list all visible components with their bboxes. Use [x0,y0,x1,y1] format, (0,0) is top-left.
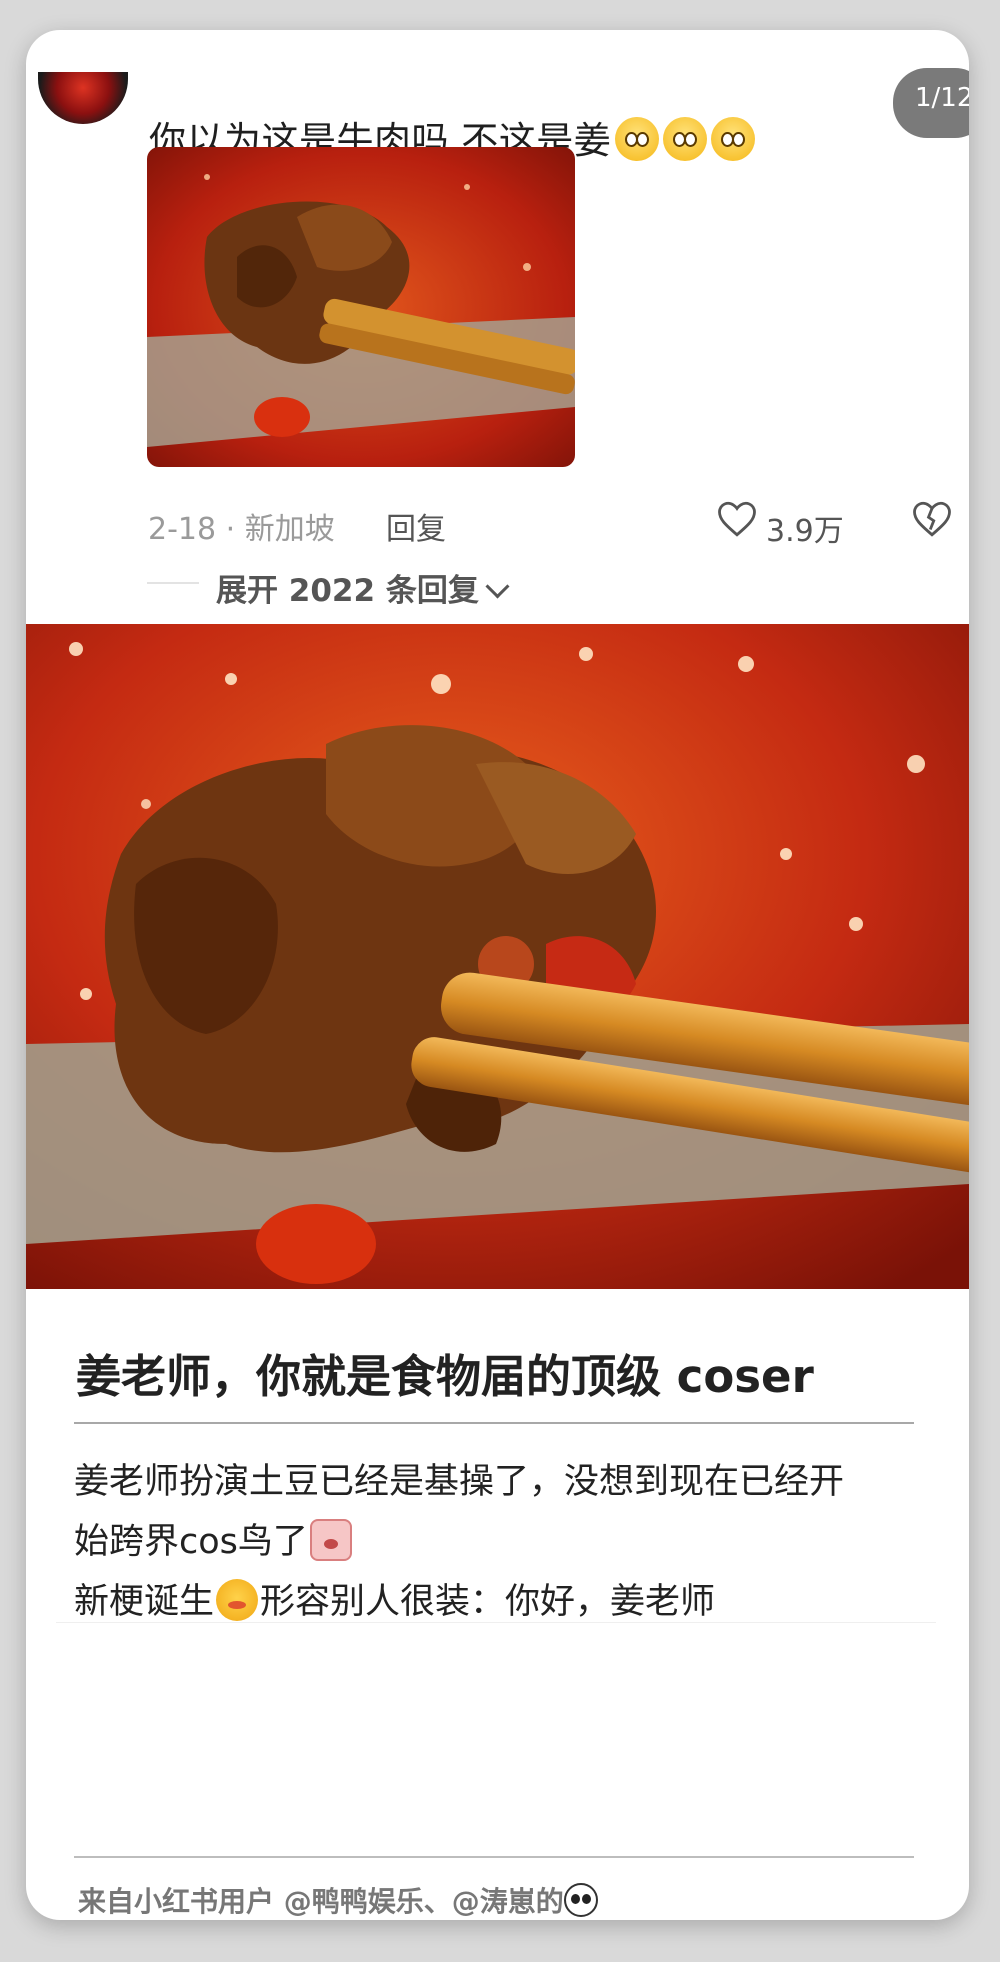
comment-date-location: 2-18 · 新加坡 [148,512,335,547]
source-credit-text: 来自小红书用户 @鸭鸭娱乐、@涛崽的 [78,1885,564,1918]
comment-image[interactable] [147,147,575,467]
pleading-face-icon [711,117,756,161]
chevron-down-icon [485,574,510,599]
title-divider [74,1422,914,1424]
post-body-line: 姜老师扮演土豆已经是基操了，没想到现在已经开 [74,1462,845,1502]
body-divider [56,1622,936,1623]
broken-heart-icon[interactable] [911,498,953,540]
post-body-line3b-text: 形容别人很装：你好，姜老师 [260,1582,716,1622]
page-indicator: 1/12 [893,68,969,138]
pleading-face-icon [615,117,660,161]
like-count: 3.9万 [766,514,844,549]
post-body-line3a-text: 新梗诞生 [74,1582,215,1622]
post-body-line: 新梗诞生 形容别人很装：你好，姜老师 [74,1572,934,1632]
expand-divider [147,582,199,584]
reply-button[interactable]: 回复 [386,504,446,548]
heart-icon[interactable] [716,498,758,540]
post-title: 姜老师，你就是食物届的顶级 coser [76,1350,814,1403]
source-credit: 来自小红书用户 @鸭鸭娱乐、@涛崽的 [78,1880,598,1920]
footer-divider [74,1856,914,1858]
post-body-line: 始跨界cos鸟了 [74,1512,934,1572]
avatar[interactable] [38,72,128,124]
pleading-face-icon [663,117,708,161]
comment-image-graphic [147,147,575,467]
post-card: 1/12 你以为这是牛肉吗 不这是姜 2-18 · 新加坡 回复 3.9万 展开… [26,30,969,1920]
post-body-line2-text: 始跨界cos鸟了 [74,1522,308,1562]
crying-face-icon [309,1519,352,1561]
expand-replies-button[interactable]: 展开 2022 条回复 [216,565,510,610]
post-body: 姜老师扮演土豆已经是基操了，没想到现在已经开 始跨界cos鸟了 新梗诞生 形容别人… [74,1452,934,1632]
post-image-graphic [26,624,969,1289]
panda-icon [563,1883,598,1917]
post-image[interactable] [26,624,969,1289]
duck-emoji-icon [216,1579,259,1621]
expand-replies-label: 展开 2022 条回复 [216,573,479,609]
